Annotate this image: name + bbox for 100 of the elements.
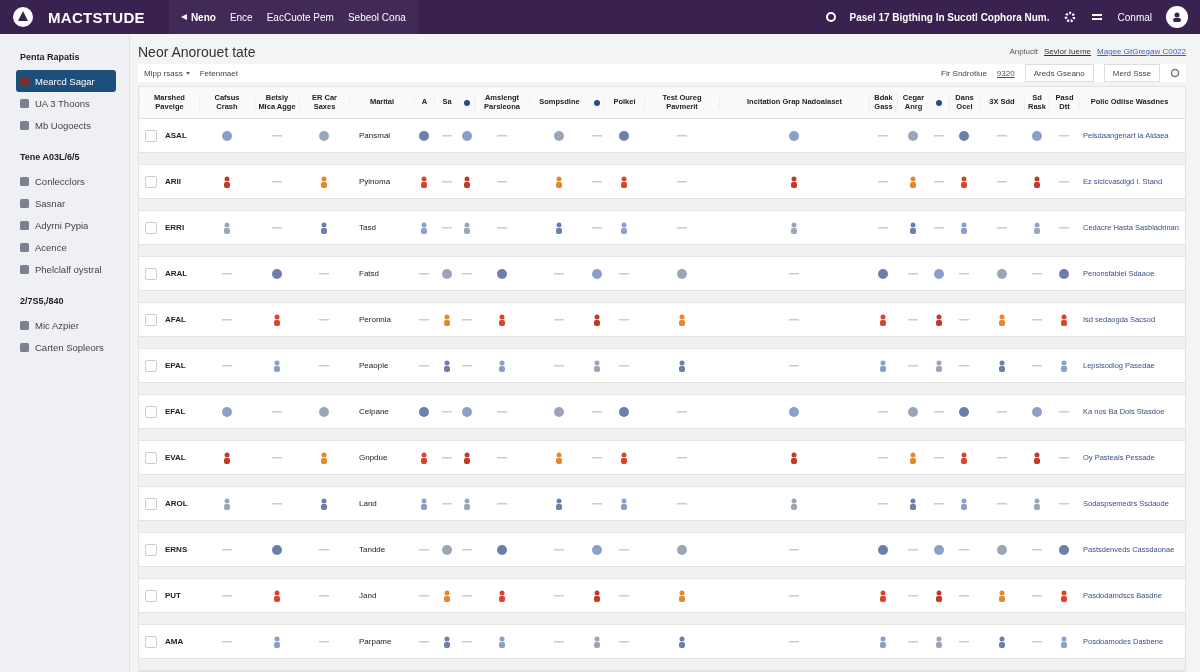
meta-link[interactable]: Magee GtGregaw C0022 [1097,47,1186,56]
figure-icon [272,635,281,648]
toolbar-button[interactable]: Areds Gseano [1024,64,1094,82]
dash-icon [908,640,918,643]
gear-icon[interactable] [1063,11,1076,23]
sidebar-item[interactable]: Mearcd Sagar [16,70,116,92]
dash-icon [419,640,429,643]
figure-icon [677,635,686,648]
row-code: ASAL [165,131,187,140]
row-checkbox[interactable] [145,589,157,602]
meta-link[interactable]: Sevior Iueme [1043,47,1092,56]
row-name: Jand [358,591,378,600]
nav-link[interactable]: Sebeol Cona [347,11,406,23]
sidebar-item[interactable]: UA 3 Thoons [16,92,116,114]
sidebar-item[interactable]: Mb Uogoects [16,114,116,136]
figure-icon [462,221,471,234]
figure-icon [879,635,887,648]
row-name: Pansmal [358,131,392,140]
dash-icon [789,640,799,643]
row-checkbox[interactable] [145,543,157,556]
sidebar-item[interactable]: Acence [16,236,116,258]
dash-icon [934,410,944,413]
nav-link[interactable]: Ence [229,11,253,23]
dash-icon [676,180,687,183]
filter-dropdown[interactable]: Mlpp rsass [144,68,190,78]
sidebar-item[interactable]: Conlecclors [16,170,116,192]
dash-icon [619,594,629,597]
dash-icon [441,134,452,137]
filter-dropdown[interactable]: Fetenmaet [199,68,238,78]
figure-icon [1032,451,1041,464]
dash-icon [1031,640,1042,643]
row-checkbox[interactable] [145,497,157,510]
dash-icon [996,180,1007,183]
figure-icon [222,451,231,464]
dot-icon [619,130,629,141]
dash-icon [1059,456,1069,459]
sidebar-item[interactable]: Phelclalf oystral [16,258,116,280]
figure-icon [497,635,506,648]
dash-icon [996,456,1007,459]
dash-icon [789,318,799,321]
dash-icon [554,640,564,643]
dash-icon [934,226,944,229]
dot-icon [554,406,564,417]
figure-icon [677,313,686,326]
dash-icon [676,226,687,229]
dot-icon [271,544,282,555]
dash-icon [908,548,918,551]
figure-icon [620,221,628,234]
dash-icon [419,548,429,551]
dash-icon [676,410,687,413]
row-checkbox[interactable] [145,635,157,648]
dash-icon [1031,272,1042,275]
figure-icon [555,497,563,510]
figure-icon [935,589,943,602]
dot-icon [319,130,329,141]
sidebar-item[interactable]: Adyrni Pypia [16,214,116,236]
figure-icon [420,221,428,234]
dot-icon [878,268,888,279]
dash-icon [319,318,329,321]
row-name: Peronnla [358,315,393,324]
count-value[interactable]: 9320 [996,68,1015,78]
dot-icon [554,130,564,141]
dash-icon [221,272,232,275]
dash-icon [221,548,232,551]
figure-icon [790,175,798,188]
row-checkbox[interactable] [145,405,157,418]
nav-link[interactable]: Neno [180,11,216,23]
figure-icon [320,451,328,464]
dash-icon [1031,594,1042,597]
row-checkbox[interactable] [145,175,157,188]
dash-icon [789,594,799,597]
sidebar-item[interactable]: Sasnar [16,192,116,214]
dash-icon [1031,318,1042,321]
dash-icon [271,226,282,229]
dot-icon [996,544,1007,555]
dash-icon [461,594,472,597]
row-checkbox[interactable] [145,451,157,464]
toolbar-button[interactable]: Merd Ssse [1103,64,1160,82]
figure-icon [620,451,628,464]
sidebar-item[interactable]: Mic Azpier [16,314,116,336]
dash-icon [789,364,799,367]
avatar[interactable] [1166,6,1188,28]
row-checkbox[interactable] [145,129,157,142]
dash-icon [789,548,799,551]
dot-icon [619,406,629,417]
row-checkbox[interactable] [145,313,157,326]
row-checkbox[interactable] [145,267,157,280]
figure-icon [420,175,428,188]
figure-icon [555,175,563,188]
row-checkbox[interactable] [145,359,157,372]
nav-link[interactable]: EacCuote Pem [266,11,334,23]
refresh-icon[interactable] [1170,68,1180,78]
row-code: AFAL [165,315,186,324]
dash-icon [878,456,888,459]
dash-icon [319,548,329,551]
dash-icon [591,226,602,229]
row-code: ARAL [165,269,188,278]
dash-icon [959,364,969,367]
row-checkbox[interactable] [145,221,157,234]
sidebar-item[interactable]: Carten Sopleors [16,336,116,358]
